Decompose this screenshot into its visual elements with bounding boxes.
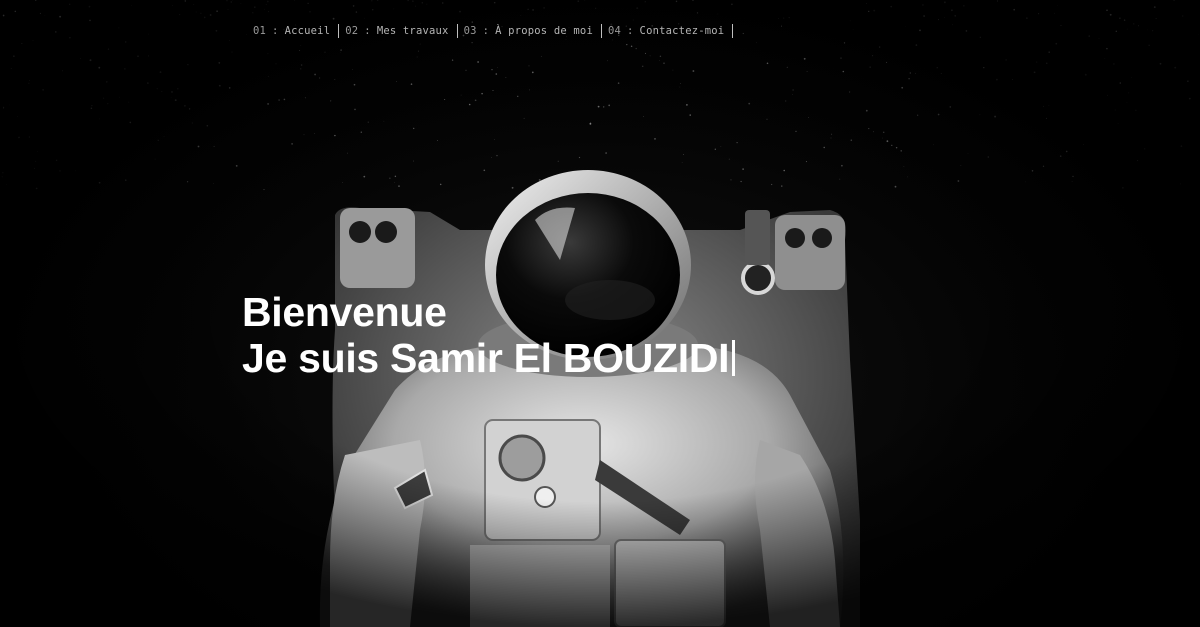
nav-item-number: 01 <box>253 25 267 37</box>
nav-item-contact[interactable]: 04: Contactez-moi <box>602 24 734 38</box>
hero-name-line: Je suis Samir El BOUZIDI <box>242 335 730 382</box>
nav-item-label: Mes travaux <box>376 25 449 37</box>
main-nav: 01: Accueil 02: Mes travaux 03: À propos de… <box>247 22 734 40</box>
nav-item-number: 03 <box>463 25 477 37</box>
nav-item-label: Contactez-moi <box>639 25 725 37</box>
nav-item-separator: : <box>364 25 371 37</box>
nav-item-label: Accueil <box>284 25 331 37</box>
nav-item-mes-travaux[interactable]: 02: Mes travaux <box>339 24 458 38</box>
nav-item-number: 02 <box>345 25 359 37</box>
nav-item-separator: : <box>272 25 279 37</box>
nav-item-accueil[interactable]: 01: Accueil <box>247 24 340 38</box>
nav-item-number: 04 <box>607 25 622 37</box>
typing-cursor <box>732 340 736 377</box>
nav-item-separator: : <box>482 25 490 37</box>
hero-section: 01: Accueil 02: Mes travaux 03: À propos de… <box>0 0 1200 627</box>
hero-headline: Bienvenue Je suis Samir El BOUZIDI <box>242 289 736 382</box>
hero-greeting: Bienvenue <box>242 289 447 336</box>
nav-item-label: À propos de moi <box>495 25 593 37</box>
nav-item-separator: : <box>627 25 634 37</box>
nav-item-a-propos[interactable]: 03: À propos de moi <box>458 24 602 38</box>
